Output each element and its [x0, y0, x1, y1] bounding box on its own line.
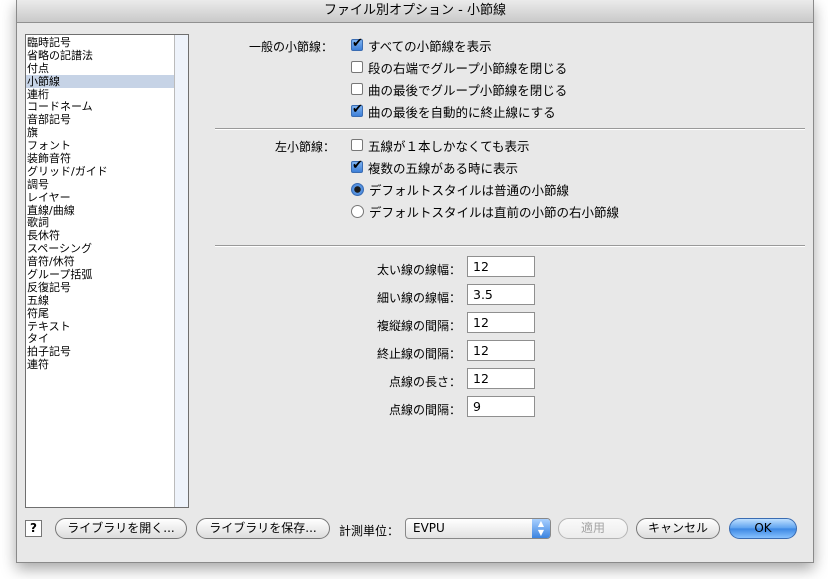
sidebar-item[interactable]: タイ	[26, 332, 188, 346]
checkbox-label: 曲の最後を自動的に終止線にする	[368, 104, 556, 120]
save-library-button[interactable]: ライブラリを保存...	[196, 518, 330, 539]
radio-icon	[351, 204, 364, 218]
general-barlines-label: 一般の小節線：	[249, 40, 334, 54]
close-group-barline-right-checkbox[interactable]: 段の右端でグループ小節線を閉じる	[351, 58, 567, 76]
final-barline-spacing-label: 終止線の間隔：	[376, 347, 461, 361]
show-single-staff-checkbox[interactable]: 五線が１本しかなくても表示	[351, 136, 530, 154]
category-list[interactable]: 臨時記号 省略の記譜法 付点 小節線 連桁 コードネーム 音部記号旗フォント 装飾音符 グリッド…	[25, 34, 189, 508]
units-select-value: EVPU	[413, 521, 445, 535]
sidebar-item[interactable]: 長休符	[26, 229, 188, 242]
checkbox-label: 五線が１本しかなくても表示	[368, 138, 530, 154]
dialog-window: ファイル別オプション - 小節線 臨時記号 省略の記譜法 付点 小節線 連桁 コードネーム…	[16, 0, 814, 563]
cancel-button[interactable]: キャンセル	[636, 518, 720, 539]
radio-label: デフォルトスタイルは直前の小節の右小節線	[369, 204, 620, 220]
left-barlines-label: 左小節線：	[275, 140, 336, 154]
sidebar-item[interactable]: コードネーム	[26, 100, 188, 114]
checkbox-icon	[351, 139, 363, 151]
sidebar-item[interactable]: 直線/曲線	[26, 204, 188, 217]
checkbox-label: すべての小節線を表示	[368, 38, 492, 54]
show-all-barlines-checkbox[interactable]: すべての小節線を表示	[351, 36, 492, 54]
checkbox-label: 複数の五線がある時に表示	[368, 160, 519, 176]
sidebar-item[interactable]: 五線	[26, 294, 188, 307]
dash-spacing-field[interactable]: 9	[467, 396, 535, 417]
open-library-button[interactable]: ライブラリを開く...	[55, 518, 187, 539]
sidebar-item[interactable]: 付点	[26, 62, 188, 75]
sidebar-item[interactable]: 臨時記号	[26, 36, 188, 49]
separator-highlight	[215, 246, 805, 247]
radio-label: デフォルトスタイルは普通の小節線	[369, 182, 570, 198]
auto-final-barline-checkbox[interactable]: 曲の最後を自動的に終止線にする	[351, 102, 556, 120]
select-arrows-icon: ▲ ▼	[532, 519, 550, 538]
sidebar-item[interactable]: 連符	[26, 358, 188, 371]
ok-button[interactable]: OK	[729, 518, 797, 539]
sidebar-item[interactable]: 音部記号	[26, 113, 188, 126]
sidebar-item[interactable]: 連桁	[26, 88, 188, 101]
sidebar-item[interactable]: レイヤー	[26, 191, 188, 204]
default-style-normal-radio[interactable]: デフォルトスタイルは普通の小節線	[351, 180, 569, 198]
sidebar-item[interactable]: 省略の記譜法	[26, 49, 188, 62]
dash-length-label: 点線の長さ：	[388, 375, 461, 389]
show-multiple-staves-checkbox[interactable]: 複数の五線がある時に表示	[351, 158, 518, 176]
sidebar-item[interactable]: 旗	[26, 126, 188, 139]
dash-length-field[interactable]: 12	[467, 368, 535, 389]
thin-line-width-label: 細い線の線幅：	[376, 291, 461, 305]
units-label: 計測単位：	[339, 524, 400, 538]
sidebar-item[interactable]: 装飾音符	[26, 152, 188, 165]
sidebar-item[interactable]: テキスト	[26, 320, 188, 333]
thin-line-width-field[interactable]: 3.5	[467, 284, 535, 305]
category-list-scrollbar[interactable]	[174, 35, 188, 507]
sidebar-item[interactable]: 歌詞	[26, 216, 188, 230]
checkbox-icon	[351, 102, 363, 117]
sidebar-item[interactable]: 音符/休符	[26, 255, 188, 268]
sidebar-item[interactable]: 拍子記号	[26, 345, 188, 358]
dash-spacing-label: 点線の間隔：	[388, 403, 461, 417]
default-style-previous-radio[interactable]: デフォルトスタイルは直前の小節の右小節線	[351, 202, 619, 220]
window-title: ファイル別オプション - 小節線	[17, 0, 813, 23]
sidebar-item[interactable]: 反復記号	[26, 281, 188, 294]
thick-line-width-label: 太い線の線幅：	[376, 263, 461, 277]
apply-button[interactable]: 適用	[558, 518, 628, 539]
sidebar-item[interactable]: スペーシング	[26, 242, 188, 255]
checkbox-icon	[351, 158, 363, 173]
separator-highlight	[215, 129, 805, 130]
thick-line-width-field[interactable]: 12	[467, 256, 535, 277]
checkbox-label: 曲の最後でグループ小節線を閉じる	[368, 82, 568, 98]
checkbox-icon	[351, 36, 363, 51]
sidebar-item[interactable]: 小節線	[26, 74, 188, 88]
checkbox-label: 段の右端でグループ小節線を閉じる	[368, 60, 568, 76]
double-barline-spacing-label: 複縦線の間隔：	[376, 319, 461, 333]
radio-icon	[351, 182, 364, 196]
units-select[interactable]: EVPU ▲ ▼	[405, 518, 551, 539]
checkbox-icon	[351, 83, 363, 95]
close-group-barline-end-checkbox[interactable]: 曲の最後でグループ小節線を閉じる	[351, 80, 567, 98]
checkbox-icon	[351, 61, 363, 73]
sidebar-item[interactable]: 調号	[26, 178, 188, 191]
sidebar-item[interactable]: フォント	[26, 139, 188, 152]
sidebar-item[interactable]: グループ括弧	[26, 268, 188, 281]
sidebar-item[interactable]: グリッド/ガイド	[26, 165, 188, 178]
help-button[interactable]: ?	[25, 520, 42, 537]
double-barline-spacing-field[interactable]: 12	[467, 312, 535, 333]
sidebar-item[interactable]: 符尾	[26, 307, 188, 320]
final-barline-spacing-field[interactable]: 12	[467, 340, 535, 361]
